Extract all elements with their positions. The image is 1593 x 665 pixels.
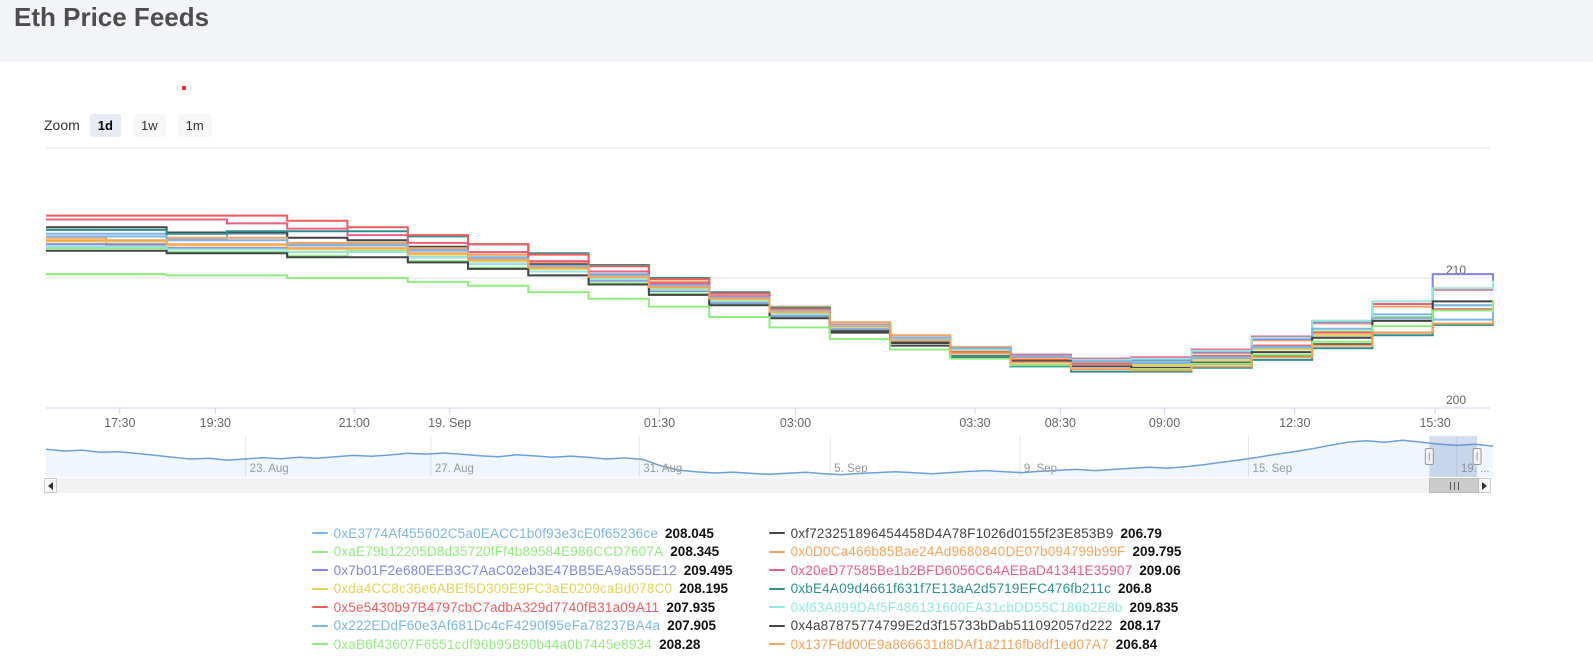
legend-series-value: 207.935 <box>666 599 716 615</box>
x-axis-label: 15:30 <box>1419 416 1450 430</box>
legend-series-name: 0x5e5430b97B4797cbC7adbA329d7740fB31a09A… <box>333 599 660 615</box>
legend-item-11[interactable]: 0x4a87875774799E2d3f15733bDab511092057d2… <box>768 617 1182 636</box>
legend-item-7[interactable]: 0xbE4A09d4661f631f7E13aA2d5719EFC476fb21… <box>768 580 1182 599</box>
legend-series-name: 0xbE4A09d4661f631f7E13aA2d5719EFC476fb21… <box>790 581 1112 597</box>
navigator-date-label: 5. Sep <box>834 463 867 475</box>
x-axis-label: 19. Sep <box>428 416 471 430</box>
legend-item-0[interactable]: 0xE3774Af455602C5a0EACC1b0f93e3cE0f65236… <box>311 524 733 543</box>
legend-item-2[interactable]: 0xaE79b12205D8d35720fFf4b89584E986CCD760… <box>311 543 733 562</box>
legend-series-value: 208.045 <box>665 525 714 541</box>
navigator-date-label: 31. Aug <box>643 463 682 475</box>
legend-line-swatch <box>311 606 328 609</box>
legend-series-name: 0x4a87875774799E2d3f15733bDab511092057d2… <box>790 618 1113 634</box>
scrollbar-thumb[interactable] <box>1429 478 1480 493</box>
legend-line-swatch <box>768 569 785 572</box>
legend-item-3[interactable]: 0x0D0Ca466b85Bae24Ad9680840DE07b094799b9… <box>768 543 1182 562</box>
legend-series-value: 208.345 <box>670 544 720 560</box>
legend-item-5[interactable]: 0x20eD77585Be1b2BFD6056C64AEBaD41341E359… <box>768 561 1182 580</box>
legend-series-value: 208.195 <box>679 581 729 597</box>
legend-line-swatch <box>768 587 785 590</box>
y-axis-label: 200 <box>1446 393 1466 407</box>
legend-item-9[interactable]: 0xf63A899DAf5F486131600EA31cbDD55C186b2E… <box>768 598 1182 617</box>
legend-item-13[interactable]: 0x137Fdd00E9a866631d8DAf1a2116fb8df1ed07… <box>768 635 1182 654</box>
legend-line-swatch <box>768 550 785 553</box>
x-axis-label: 19:30 <box>200 416 231 430</box>
legend-series-name: 0xaB6f43607F6551cdf96b95B90b44a0b7445e89… <box>333 636 653 652</box>
legend-series-name: 0x0D0Ca466b85Bae24Ad9680840DE07b094799b9… <box>790 544 1126 560</box>
legend-series-value: 207.905 <box>667 618 717 634</box>
x-axis-label: 12:30 <box>1279 416 1310 430</box>
legend-series-value: 209.795 <box>1132 544 1182 560</box>
legend-line-swatch <box>311 643 328 646</box>
navigator-selected-range[interactable] <box>1429 436 1478 477</box>
scrollbar-track[interactable] <box>57 478 1478 493</box>
legend-series-value: 209.06 <box>1139 562 1181 578</box>
x-axis-label: 09:00 <box>1149 416 1180 430</box>
series-line-13 <box>46 239 1494 372</box>
legend-series-value: 206.84 <box>1115 636 1158 652</box>
legend-line-swatch <box>768 643 785 646</box>
legend-line-swatch <box>768 624 785 627</box>
legend-series-value: 208.17 <box>1119 618 1161 634</box>
legend-series-value: 208.28 <box>659 636 701 652</box>
x-axis-label: 03:00 <box>780 416 811 430</box>
legend-series-name: 0xf723251896454458D4A78F1026d0155f23E853… <box>790 525 1114 541</box>
x-axis-label: 03:30 <box>959 416 990 430</box>
x-axis-label: 01:30 <box>644 416 675 430</box>
legend-item-8[interactable]: 0x5e5430b97B4797cbC7adbA329d7740fB31a09A… <box>311 598 733 617</box>
legend-item-4[interactable]: 0x7b01F2e680EEB3C7AaC02eb3E47BB5EA9a555E… <box>311 561 733 580</box>
legend-series-name: 0xda4CC8c36e6ABEf5D309E9FC3aE0209caBd078… <box>333 581 673 597</box>
legend-item-1[interactable]: 0xf723251896454458D4A78F1026d0155f23E853… <box>768 524 1182 543</box>
legend-line-swatch <box>311 532 328 535</box>
navigator-date-label: 23. Aug <box>250 463 289 475</box>
x-axis-label: 17:30 <box>104 416 135 430</box>
legend-line-swatch <box>311 624 328 627</box>
legend-line-swatch <box>311 550 328 553</box>
legend-series-value: 209.495 <box>683 562 733 578</box>
series-line-12 <box>46 273 1494 370</box>
legend-line-swatch <box>311 569 328 572</box>
scrollbar-left-arrow-icon[interactable] <box>44 478 57 493</box>
legend-series-name: 0x137Fdd00E9a866631d8DAf1a2116fb8df1ed07… <box>790 636 1109 652</box>
legend-series-name: 0xaE79b12205D8d35720fFf4b89584E986CCD760… <box>333 544 664 560</box>
legend-item-6[interactable]: 0xda4CC8c36e6ABEf5D309E9FC3aE0209caBd078… <box>311 580 733 599</box>
legend-series-name: 0x222EDdF60e3Af681Dc4cF4290f95eFa78237BA… <box>333 618 661 634</box>
legend-item-12[interactable]: 0xaB6f43607F6551cdf96b95B90b44a0b7445e89… <box>311 635 733 654</box>
navigator-date-label: 15. Sep <box>1252 463 1292 475</box>
legend-series-name: 0x20eD77585Be1b2BFD6056C64AEBaD41341E359… <box>790 562 1133 578</box>
chart-legend: 0xE3774Af455602C5a0EACC1b0f93e3cE0f65236… <box>0 524 1493 654</box>
x-axis-label: 21:00 <box>339 416 370 430</box>
legend-line-swatch <box>768 532 785 535</box>
legend-series-value: 206.8 <box>1118 581 1152 597</box>
legend-item-10[interactable]: 0x222EDdF60e3Af681Dc4cF4290f95eFa78237BA… <box>311 617 733 636</box>
legend-series-name: 0xE3774Af455602C5a0EACC1b0f93e3cE0f65236… <box>333 525 659 541</box>
scrollbar-grip-icon <box>1449 481 1459 490</box>
scrollbar-right-arrow-icon[interactable] <box>1478 478 1491 493</box>
legend-series-name: 0xf63A899DAf5F486131600EA31cbDD55C186b2E… <box>790 599 1123 615</box>
chart-scrollbar[interactable] <box>44 478 1491 493</box>
legend-series-name: 0x7b01F2e680EEB3C7AaC02eb3E47BB5EA9a555E… <box>333 562 677 578</box>
navigator-date-label: 27. Aug <box>435 463 474 475</box>
navigator-date-label: 9. Sep <box>1024 463 1057 475</box>
legend-line-swatch <box>768 606 785 609</box>
legend-line-swatch <box>311 587 328 590</box>
x-axis-label: 08:30 <box>1045 416 1076 430</box>
legend-series-value: 209.835 <box>1129 599 1179 615</box>
legend-series-value: 206.79 <box>1120 525 1162 541</box>
